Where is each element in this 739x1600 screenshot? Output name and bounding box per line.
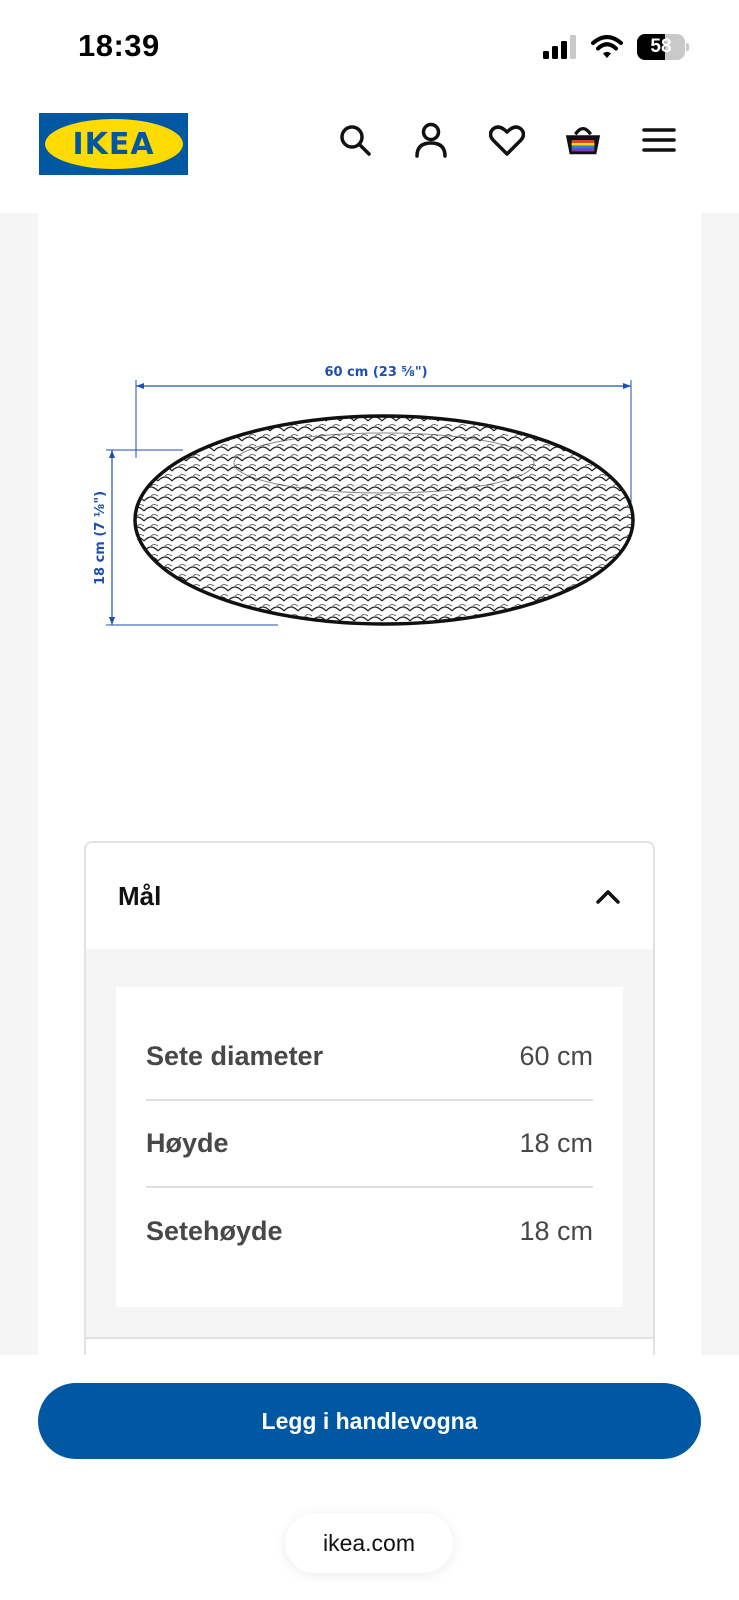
search-icon[interactable] <box>336 121 374 159</box>
dimension-value: 60 cm <box>519 1041 593 1071</box>
dimension-label: Setehøyde <box>146 1216 283 1246</box>
product-dimension-drawing: 60 cm (23 ⅝") 18 cm (7 ⅛") <box>93 365 635 626</box>
dimension-label: Sete diameter <box>146 1041 324 1071</box>
heart-icon[interactable] <box>488 121 526 159</box>
chevron-up-icon[interactable] <box>595 887 621 905</box>
browser-address-bar[interactable]: ikea.com <box>285 1513 453 1573</box>
dimensions-accordion: Mål Sete diameter 60 cm Høyde 18 cm Sete… <box>84 841 655 1361</box>
wifi-icon <box>591 35 623 58</box>
product-card: 60 cm (23 ⅝") 18 cm (7 ⅛") Mål Sete diam… <box>38 213 701 1361</box>
dimension-row: Sete diameter 60 cm <box>146 1014 593 1101</box>
dimensions-title: Mål <box>118 880 162 911</box>
cellular-signal-icon <box>543 35 576 59</box>
site-header: IKEA <box>0 95 739 213</box>
cart-icon[interactable] <box>564 121 602 159</box>
header-icons <box>336 121 678 159</box>
menu-icon[interactable] <box>640 121 678 159</box>
width-dimension-label: 60 cm (23 ⅝") <box>324 365 427 380</box>
add-to-cart-button[interactable]: Legg i handlevogna <box>38 1383 701 1459</box>
dimension-row: Setehøyde 18 cm <box>146 1188 593 1275</box>
height-dimension-label: 18 cm (7 ⅛") <box>93 491 108 585</box>
dimension-label: Høyde <box>146 1128 229 1158</box>
dimension-value: 18 cm <box>519 1216 593 1246</box>
dimensions-table: Sete diameter 60 cm Høyde 18 cm Setehøyd… <box>116 987 623 1307</box>
dimensions-accordion-body: Sete diameter 60 cm Høyde 18 cm Setehøyd… <box>86 949 653 1359</box>
ikea-logo[interactable]: IKEA <box>39 113 188 175</box>
dimension-row: Høyde 18 cm <box>146 1101 593 1188</box>
page-content: 60 cm (23 ⅝") 18 cm (7 ⅛") Mål Sete diam… <box>0 213 739 1361</box>
bottom-bar: Legg i handlevogna ikea.com <box>0 1355 739 1600</box>
dimension-value: 18 cm <box>519 1128 593 1158</box>
status-icons: 58 <box>543 34 689 60</box>
logo-text: IKEA <box>72 126 155 162</box>
battery-level: 58 <box>650 36 672 57</box>
status-time: 18:39 <box>78 28 160 63</box>
next-accordion-section[interactable] <box>84 1337 655 1355</box>
account-icon[interactable] <box>412 121 450 159</box>
battery-icon: 58 <box>637 34 689 60</box>
dimensions-accordion-header[interactable]: Mål <box>86 843 653 949</box>
status-bar: 18:39 58 <box>0 0 739 95</box>
